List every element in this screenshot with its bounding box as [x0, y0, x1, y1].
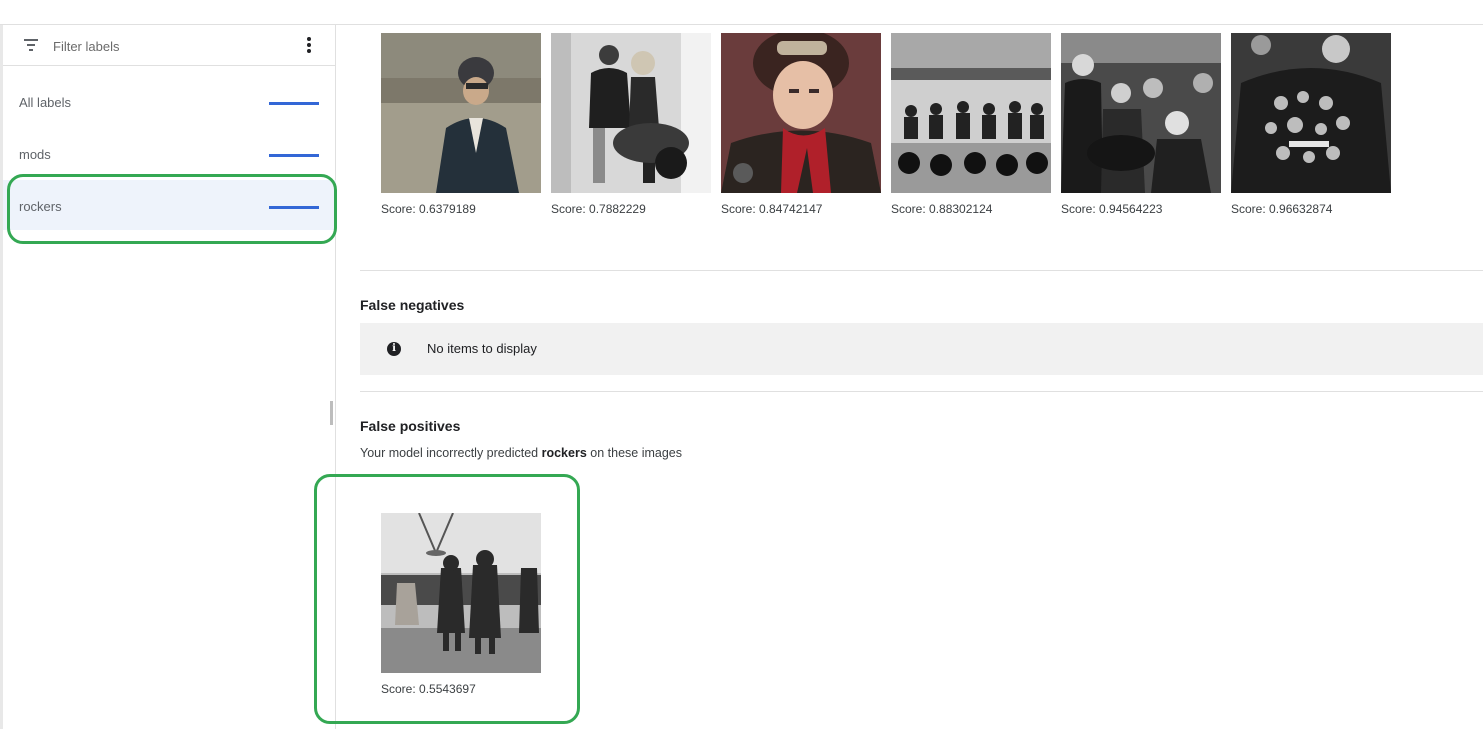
more-vert-icon[interactable]: [305, 37, 313, 53]
image-score: Score: 0.96632874: [1231, 202, 1333, 216]
image-score: Score: 0.7882229: [551, 202, 646, 216]
section-divider: [360, 391, 1483, 392]
image-thumbnail[interactable]: [1061, 33, 1221, 193]
filter-icon[interactable]: [24, 39, 38, 51]
image-thumbnail[interactable]: [381, 33, 541, 193]
info-icon: i: [387, 342, 401, 356]
false-positives-description: Your model incorrectly predicted rockers…: [360, 446, 682, 460]
label-sidebar: All labels mods rockers: [0, 25, 336, 729]
label-item-mods[interactable]: mods: [3, 128, 336, 178]
image-score: Score: 0.84742147: [721, 202, 823, 216]
image-thumbnail[interactable]: [551, 33, 711, 193]
label-item-all-labels[interactable]: All labels: [3, 76, 336, 126]
image-thumbnail[interactable]: [1231, 33, 1391, 193]
description-prefix: Your model incorrectly predicted: [360, 446, 539, 460]
empty-state-text: No items to display: [427, 341, 537, 356]
label-item-text: rockers: [19, 199, 62, 214]
false-positives-title: False positives: [360, 418, 461, 434]
label-score-bar: [269, 154, 319, 157]
label-item-text: mods: [19, 147, 51, 162]
label-item-rockers[interactable]: rockers: [3, 180, 336, 230]
image-score: Score: 0.94564223: [1061, 202, 1163, 216]
image-score: Score: 0.88302124: [891, 202, 993, 216]
top-bar: [0, 0, 1483, 25]
false-negatives-title: False negatives: [360, 297, 465, 313]
panel-resize-handle[interactable]: [330, 401, 333, 425]
image-thumbnail[interactable]: [381, 513, 541, 673]
image-score: Score: 0.5543697: [381, 682, 476, 696]
description-suffix: on these images: [590, 446, 682, 460]
section-divider: [360, 270, 1483, 271]
filter-row: [3, 25, 336, 66]
label-score-bar: [269, 206, 319, 209]
image-score: Score: 0.6379189: [381, 202, 476, 216]
empty-state-box: i No items to display: [360, 323, 1483, 375]
label-item-text: All labels: [19, 95, 72, 110]
description-label: rockers: [541, 446, 587, 460]
filter-labels-input[interactable]: [53, 36, 283, 56]
image-thumbnail[interactable]: [721, 33, 881, 193]
label-score-bar: [269, 102, 319, 105]
image-thumbnail[interactable]: [891, 33, 1051, 193]
